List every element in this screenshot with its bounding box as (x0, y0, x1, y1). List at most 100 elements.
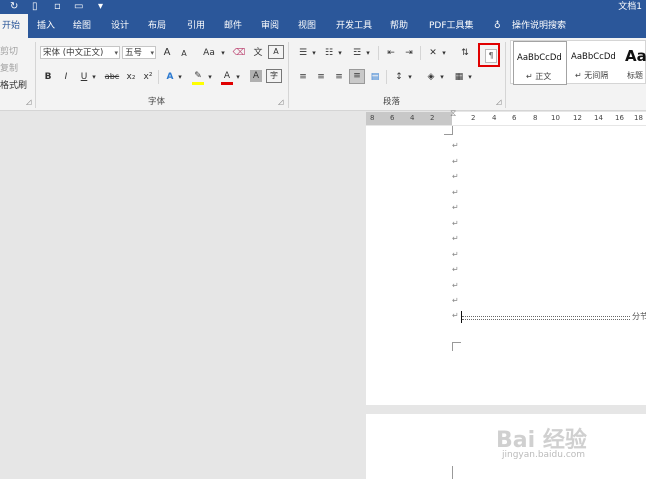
clear-formatting-icon[interactable]: ⌫ (232, 46, 246, 60)
increase-indent-icon[interactable]: ⇥ (402, 46, 416, 60)
style-sample: Aa (625, 47, 646, 65)
chevron-down-icon[interactable]: ▾ (206, 70, 214, 84)
clipboard-launcher-icon[interactable]: ◿ (26, 98, 31, 106)
paragraph-mark: ↵ (452, 203, 459, 212)
tab-mailings[interactable]: 邮件 (224, 14, 242, 38)
chevron-down-icon[interactable]: ▾ (90, 70, 98, 84)
chevron-down-icon: ▾ (114, 49, 118, 57)
tab-design[interactable]: 设计 (111, 14, 129, 38)
superscript-button[interactable]: x² (142, 70, 154, 84)
paragraph-launcher-icon[interactable]: ◿ (496, 98, 501, 106)
align-right-icon[interactable]: ≡ (332, 70, 346, 84)
divider (35, 42, 36, 108)
subscript-button[interactable]: x₂ (125, 70, 137, 84)
redo-icon[interactable]: ↻ (10, 0, 18, 14)
font-size-dropdown[interactable]: 五号 ▾ (122, 46, 156, 59)
chevron-down-icon[interactable]: ▾ (336, 46, 344, 60)
tab-review[interactable]: 审阅 (261, 14, 279, 38)
document-page[interactable] (366, 126, 646, 405)
lightbulb-icon[interactable]: ♁ (494, 14, 501, 38)
borders-icon[interactable]: ▦ (452, 70, 466, 84)
chevron-down-icon[interactable]: ▾ (176, 70, 184, 84)
tab-insert[interactable]: 插入 (37, 14, 55, 38)
justify-icon[interactable]: ≡ (349, 69, 365, 84)
distributed-icon[interactable]: ▤ (368, 70, 382, 84)
divider (505, 42, 506, 108)
open-folder-icon[interactable]: ▭ (74, 0, 83, 14)
character-border-button[interactable]: A (268, 45, 284, 59)
chevron-down-icon[interactable]: ▾ (220, 46, 226, 60)
tab-help[interactable]: 帮助 (390, 14, 408, 38)
italic-button[interactable]: I (60, 70, 72, 84)
paragraph-mark: ↵ (452, 311, 459, 320)
ruler-label: 2 (471, 114, 476, 122)
decrease-indent-icon[interactable]: ⇤ (384, 46, 398, 60)
style-heading[interactable]: Aa 标题 (625, 41, 646, 85)
baidu-watermark: Bai 经验 jingyan.baidu.com (488, 404, 646, 464)
align-center-icon[interactable]: ≡ (314, 70, 328, 84)
bold-button[interactable]: B (42, 70, 54, 84)
bullets-icon[interactable]: ☰ (296, 46, 310, 60)
margin-corner (452, 466, 453, 479)
tab-home[interactable]: 开始 (0, 14, 28, 38)
chevron-down-icon[interactable]: ▾ (440, 46, 448, 60)
highlight-color-button[interactable]: ✎ (190, 69, 206, 85)
print-preview-icon[interactable]: ▯ (32, 0, 38, 14)
strikethrough-button[interactable]: abc (104, 70, 120, 84)
chevron-down-icon[interactable]: ▾ (234, 70, 242, 84)
customize-toolbar-icon[interactable]: ▾ (98, 0, 103, 14)
align-left-icon[interactable]: ≡ (296, 70, 310, 84)
grow-font-button[interactable]: A (161, 46, 173, 60)
ruler-label: 18 (634, 114, 643, 122)
ruler-label: 12 (573, 114, 582, 122)
copy-button[interactable]: 复制 (0, 61, 18, 74)
tab-references[interactable]: 引用 (187, 14, 205, 38)
phonetic-guide-button[interactable]: 文 (252, 46, 264, 60)
indent-marker-icon[interactable]: ⧖ (450, 109, 456, 119)
character-shading-button[interactable]: A (250, 70, 262, 82)
tab-draw[interactable]: 绘图 (73, 14, 91, 38)
enclose-characters-button[interactable]: 字 (266, 69, 282, 83)
multilevel-list-icon[interactable]: ☲ (350, 46, 364, 60)
chevron-down-icon[interactable]: ▾ (406, 70, 414, 84)
style-no-spacing[interactable]: AaBbCcDd ↵ 无间隔 (569, 41, 625, 85)
section-break-label: 分节 (632, 312, 646, 321)
watermark-url: jingyan.baidu.com (502, 450, 586, 460)
title-bar: ↻ ▯ ▫ ▭ ▾ 文档1 (0, 0, 646, 14)
tab-view[interactable]: 视图 (298, 14, 316, 38)
show-formatting-marks-button[interactable]: ¶ (478, 43, 500, 67)
chinese-layout-icon[interactable]: ✕ (426, 46, 440, 60)
shrink-font-button[interactable]: A (178, 47, 190, 61)
font-launcher-icon[interactable]: ◿ (278, 98, 283, 106)
chevron-down-icon[interactable]: ▾ (466, 70, 474, 84)
font-color-bar (221, 82, 233, 85)
sort-icon[interactable]: ⇅ (458, 46, 472, 60)
change-case-button[interactable]: Aa (199, 46, 219, 60)
chevron-down-icon[interactable]: ▾ (364, 46, 372, 60)
shading-icon[interactable]: ◈ (424, 70, 438, 84)
tell-me-search[interactable]: 操作说明搜索 (512, 14, 566, 38)
tab-developer[interactable]: 开发工具 (336, 14, 372, 38)
style-sample: AaBbCcDd (517, 53, 562, 63)
ruler-label: 8 (370, 114, 375, 122)
chevron-down-icon[interactable]: ▾ (310, 46, 318, 60)
font-color-button[interactable]: A (220, 69, 234, 85)
numbering-icon[interactable]: ☷ (322, 46, 336, 60)
chevron-down-icon[interactable]: ▾ (438, 70, 446, 84)
tab-pdf-tools[interactable]: PDF工具集 (429, 14, 474, 38)
style-name: ↵ 正文 (526, 72, 552, 81)
underline-button[interactable]: U (78, 70, 90, 84)
line-spacing-icon[interactable]: ↕ (392, 70, 406, 84)
paragraph-mark: ↵ (452, 250, 459, 259)
new-document-icon[interactable]: ▫ (54, 0, 61, 14)
style-normal[interactable]: AaBbCcDd ↵ 正文 (513, 41, 567, 85)
paragraph-mark: ↵ (452, 157, 459, 166)
horizontal-ruler[interactable]: 8 6 4 2 ⧖ 2 4 6 8 10 12 14 16 18 (366, 109, 646, 125)
tab-layout[interactable]: 布局 (148, 14, 166, 38)
text-effects-button[interactable]: A (164, 70, 176, 84)
cut-button[interactable]: 剪切 (0, 44, 18, 57)
style-sample: AaBbCcDd (571, 52, 616, 62)
font-name-dropdown[interactable]: 宋体 (中文正文) ▾ (40, 46, 120, 59)
font-color-letter: A (223, 71, 231, 81)
format-painter-button[interactable]: 格式刷 (0, 78, 27, 91)
